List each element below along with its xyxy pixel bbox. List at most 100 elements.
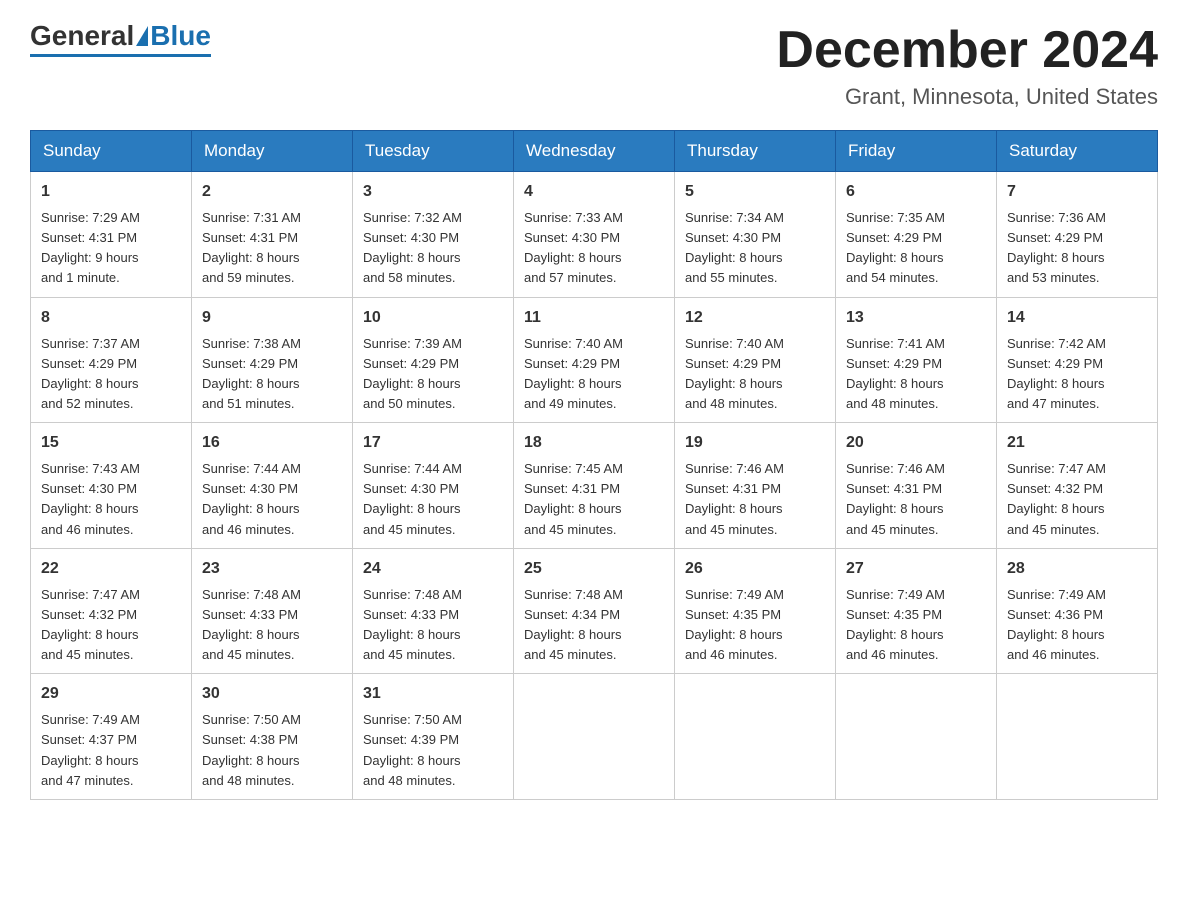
day-info: Sunrise: 7:34 AMSunset: 4:30 PMDaylight:… [685, 210, 784, 285]
week-row-2: 8 Sunrise: 7:37 AMSunset: 4:29 PMDayligh… [31, 297, 1158, 423]
header-monday: Monday [192, 131, 353, 172]
day-info: Sunrise: 7:46 AMSunset: 4:31 PMDaylight:… [685, 461, 784, 536]
calendar-cell: 26 Sunrise: 7:49 AMSunset: 4:35 PMDaylig… [675, 548, 836, 674]
day-info: Sunrise: 7:40 AMSunset: 4:29 PMDaylight:… [685, 336, 784, 411]
day-number: 13 [846, 306, 986, 330]
day-info: Sunrise: 7:50 AMSunset: 4:38 PMDaylight:… [202, 712, 301, 787]
day-number: 26 [685, 557, 825, 581]
calendar-cell: 9 Sunrise: 7:38 AMSunset: 4:29 PMDayligh… [192, 297, 353, 423]
header-saturday: Saturday [997, 131, 1158, 172]
calendar-cell: 12 Sunrise: 7:40 AMSunset: 4:29 PMDaylig… [675, 297, 836, 423]
calendar-cell [514, 674, 675, 800]
day-number: 7 [1007, 180, 1147, 204]
calendar-cell [675, 674, 836, 800]
location-title: Grant, Minnesota, United States [776, 84, 1158, 110]
day-number: 1 [41, 180, 181, 204]
calendar-cell: 7 Sunrise: 7:36 AMSunset: 4:29 PMDayligh… [997, 172, 1158, 298]
day-number: 12 [685, 306, 825, 330]
calendar-cell: 11 Sunrise: 7:40 AMSunset: 4:29 PMDaylig… [514, 297, 675, 423]
day-number: 15 [41, 431, 181, 455]
day-info: Sunrise: 7:35 AMSunset: 4:29 PMDaylight:… [846, 210, 945, 285]
header-row: SundayMondayTuesdayWednesdayThursdayFrid… [31, 131, 1158, 172]
calendar-cell: 30 Sunrise: 7:50 AMSunset: 4:38 PMDaylig… [192, 674, 353, 800]
day-info: Sunrise: 7:40 AMSunset: 4:29 PMDaylight:… [524, 336, 623, 411]
day-info: Sunrise: 7:31 AMSunset: 4:31 PMDaylight:… [202, 210, 301, 285]
day-number: 31 [363, 682, 503, 706]
header-friday: Friday [836, 131, 997, 172]
week-row-4: 22 Sunrise: 7:47 AMSunset: 4:32 PMDaylig… [31, 548, 1158, 674]
day-info: Sunrise: 7:39 AMSunset: 4:29 PMDaylight:… [363, 336, 462, 411]
calendar-cell [997, 674, 1158, 800]
day-number: 4 [524, 180, 664, 204]
calendar-cell: 29 Sunrise: 7:49 AMSunset: 4:37 PMDaylig… [31, 674, 192, 800]
logo-general-text: General [30, 20, 134, 52]
day-number: 3 [363, 180, 503, 204]
logo-blue-text: Blue [150, 20, 211, 52]
day-info: Sunrise: 7:44 AMSunset: 4:30 PMDaylight:… [202, 461, 301, 536]
calendar-cell: 25 Sunrise: 7:48 AMSunset: 4:34 PMDaylig… [514, 548, 675, 674]
day-info: Sunrise: 7:41 AMSunset: 4:29 PMDaylight:… [846, 336, 945, 411]
day-number: 9 [202, 306, 342, 330]
day-info: Sunrise: 7:47 AMSunset: 4:32 PMDaylight:… [1007, 461, 1106, 536]
day-number: 27 [846, 557, 986, 581]
calendar-cell: 24 Sunrise: 7:48 AMSunset: 4:33 PMDaylig… [353, 548, 514, 674]
calendar-cell: 15 Sunrise: 7:43 AMSunset: 4:30 PMDaylig… [31, 423, 192, 549]
calendar-cell: 13 Sunrise: 7:41 AMSunset: 4:29 PMDaylig… [836, 297, 997, 423]
logo: General Blue [30, 20, 211, 57]
day-number: 16 [202, 431, 342, 455]
calendar-cell: 27 Sunrise: 7:49 AMSunset: 4:35 PMDaylig… [836, 548, 997, 674]
calendar-cell: 6 Sunrise: 7:35 AMSunset: 4:29 PMDayligh… [836, 172, 997, 298]
calendar-cell: 8 Sunrise: 7:37 AMSunset: 4:29 PMDayligh… [31, 297, 192, 423]
day-info: Sunrise: 7:33 AMSunset: 4:30 PMDaylight:… [524, 210, 623, 285]
day-info: Sunrise: 7:47 AMSunset: 4:32 PMDaylight:… [41, 587, 140, 662]
day-info: Sunrise: 7:32 AMSunset: 4:30 PMDaylight:… [363, 210, 462, 285]
calendar-cell: 28 Sunrise: 7:49 AMSunset: 4:36 PMDaylig… [997, 548, 1158, 674]
calendar-cell: 16 Sunrise: 7:44 AMSunset: 4:30 PMDaylig… [192, 423, 353, 549]
logo-triangle-icon [136, 26, 148, 46]
week-row-1: 1 Sunrise: 7:29 AMSunset: 4:31 PMDayligh… [31, 172, 1158, 298]
logo-underline [30, 54, 211, 57]
day-number: 25 [524, 557, 664, 581]
day-number: 29 [41, 682, 181, 706]
calendar-cell: 5 Sunrise: 7:34 AMSunset: 4:30 PMDayligh… [675, 172, 836, 298]
day-info: Sunrise: 7:38 AMSunset: 4:29 PMDaylight:… [202, 336, 301, 411]
day-info: Sunrise: 7:49 AMSunset: 4:36 PMDaylight:… [1007, 587, 1106, 662]
day-number: 21 [1007, 431, 1147, 455]
week-row-3: 15 Sunrise: 7:43 AMSunset: 4:30 PMDaylig… [31, 423, 1158, 549]
header-thursday: Thursday [675, 131, 836, 172]
calendar-cell: 1 Sunrise: 7:29 AMSunset: 4:31 PMDayligh… [31, 172, 192, 298]
calendar-cell: 31 Sunrise: 7:50 AMSunset: 4:39 PMDaylig… [353, 674, 514, 800]
day-info: Sunrise: 7:44 AMSunset: 4:30 PMDaylight:… [363, 461, 462, 536]
day-number: 23 [202, 557, 342, 581]
day-info: Sunrise: 7:48 AMSunset: 4:33 PMDaylight:… [363, 587, 462, 662]
header-wednesday: Wednesday [514, 131, 675, 172]
calendar-table: SundayMondayTuesdayWednesdayThursdayFrid… [30, 130, 1158, 800]
day-info: Sunrise: 7:43 AMSunset: 4:30 PMDaylight:… [41, 461, 140, 536]
header-tuesday: Tuesday [353, 131, 514, 172]
day-info: Sunrise: 7:48 AMSunset: 4:34 PMDaylight:… [524, 587, 623, 662]
day-number: 24 [363, 557, 503, 581]
header-sunday: Sunday [31, 131, 192, 172]
calendar-cell: 10 Sunrise: 7:39 AMSunset: 4:29 PMDaylig… [353, 297, 514, 423]
day-number: 8 [41, 306, 181, 330]
day-number: 6 [846, 180, 986, 204]
day-info: Sunrise: 7:50 AMSunset: 4:39 PMDaylight:… [363, 712, 462, 787]
calendar-cell: 19 Sunrise: 7:46 AMSunset: 4:31 PMDaylig… [675, 423, 836, 549]
calendar-cell: 22 Sunrise: 7:47 AMSunset: 4:32 PMDaylig… [31, 548, 192, 674]
title-area: December 2024 Grant, Minnesota, United S… [776, 20, 1158, 110]
day-info: Sunrise: 7:45 AMSunset: 4:31 PMDaylight:… [524, 461, 623, 536]
day-number: 30 [202, 682, 342, 706]
day-number: 17 [363, 431, 503, 455]
day-number: 10 [363, 306, 503, 330]
calendar-cell: 3 Sunrise: 7:32 AMSunset: 4:30 PMDayligh… [353, 172, 514, 298]
day-number: 11 [524, 306, 664, 330]
day-number: 20 [846, 431, 986, 455]
day-info: Sunrise: 7:42 AMSunset: 4:29 PMDaylight:… [1007, 336, 1106, 411]
day-number: 14 [1007, 306, 1147, 330]
calendar-cell: 17 Sunrise: 7:44 AMSunset: 4:30 PMDaylig… [353, 423, 514, 549]
day-number: 19 [685, 431, 825, 455]
day-number: 5 [685, 180, 825, 204]
page-header: General Blue December 2024 Grant, Minnes… [30, 20, 1158, 110]
day-info: Sunrise: 7:48 AMSunset: 4:33 PMDaylight:… [202, 587, 301, 662]
calendar-cell [836, 674, 997, 800]
